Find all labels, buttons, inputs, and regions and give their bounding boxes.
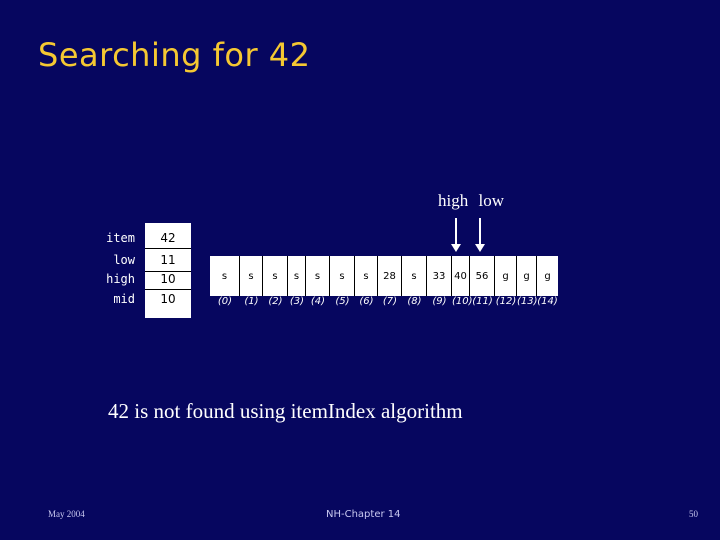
array-cell: g [495,256,517,296]
array-index: (13) [517,296,538,307]
pointer-labels: high low [438,191,510,211]
var-label-low: low [113,253,135,267]
var-value-mid: 10 [160,292,176,306]
divider [145,248,191,249]
array-index: (6) [359,296,374,307]
var-label-high: high [106,272,135,286]
array-index: (3) [289,296,305,307]
footer-chapter: NH-Chapter 14 [326,509,401,520]
array-cell: s [240,256,263,296]
array-cell: s [402,256,427,296]
low-arrow-icon [475,218,485,252]
array-index: (9) [432,296,447,307]
array-index: (2) [268,296,283,307]
result-message: 42 is not found using itemIndex algorith… [108,399,463,423]
var-label-mid: mid [113,292,135,306]
array-indices: (0) (1) (2) (3) (4) (5) (6) (7) (8) (9) (10) (11) (1… [210,296,558,307]
footer-page-number: 50 [689,509,698,519]
array-index: (5) [335,296,350,307]
array-index: (12) [495,296,517,307]
slide-title: Searching for 42 [38,36,311,74]
divider [145,289,191,290]
var-value-high: 10 [160,272,176,286]
array-index: (14) [537,296,558,307]
array-cells: s s s s s s s 28 s 33 40 56 g g g [210,256,558,296]
var-value-low: 11 [160,253,176,267]
array-cell: s [306,256,330,296]
array-cell: g [517,256,537,296]
array-cell: s [288,256,306,296]
variables-box: 42 11 10 10 [145,223,191,318]
array-index: (0) [217,296,233,307]
array-index: (1) [244,296,259,307]
array-cell: s [355,256,378,296]
array-cell: g [544,270,551,282]
array-index: (10) [452,296,473,307]
array-cell: s [263,256,288,296]
var-value-item: 42 [160,231,176,245]
array-index: (4) [310,296,326,307]
array-cell: 40 [452,256,470,296]
array-cell: 28 [378,256,402,296]
high-pointer-label: high [438,191,469,210]
array-index: (8) [407,296,422,307]
high-arrow-icon [451,218,461,252]
var-label-item: item [106,231,135,245]
array-index: (7) [382,296,398,307]
footer-date: May 2004 [48,509,85,519]
array-index: (11) [472,296,493,307]
low-pointer-label: low [478,191,504,210]
array-cell: 56 [470,256,495,296]
array-cell: s [330,256,355,296]
array-cell: 33 [427,256,452,296]
array-cell: s [210,256,240,296]
